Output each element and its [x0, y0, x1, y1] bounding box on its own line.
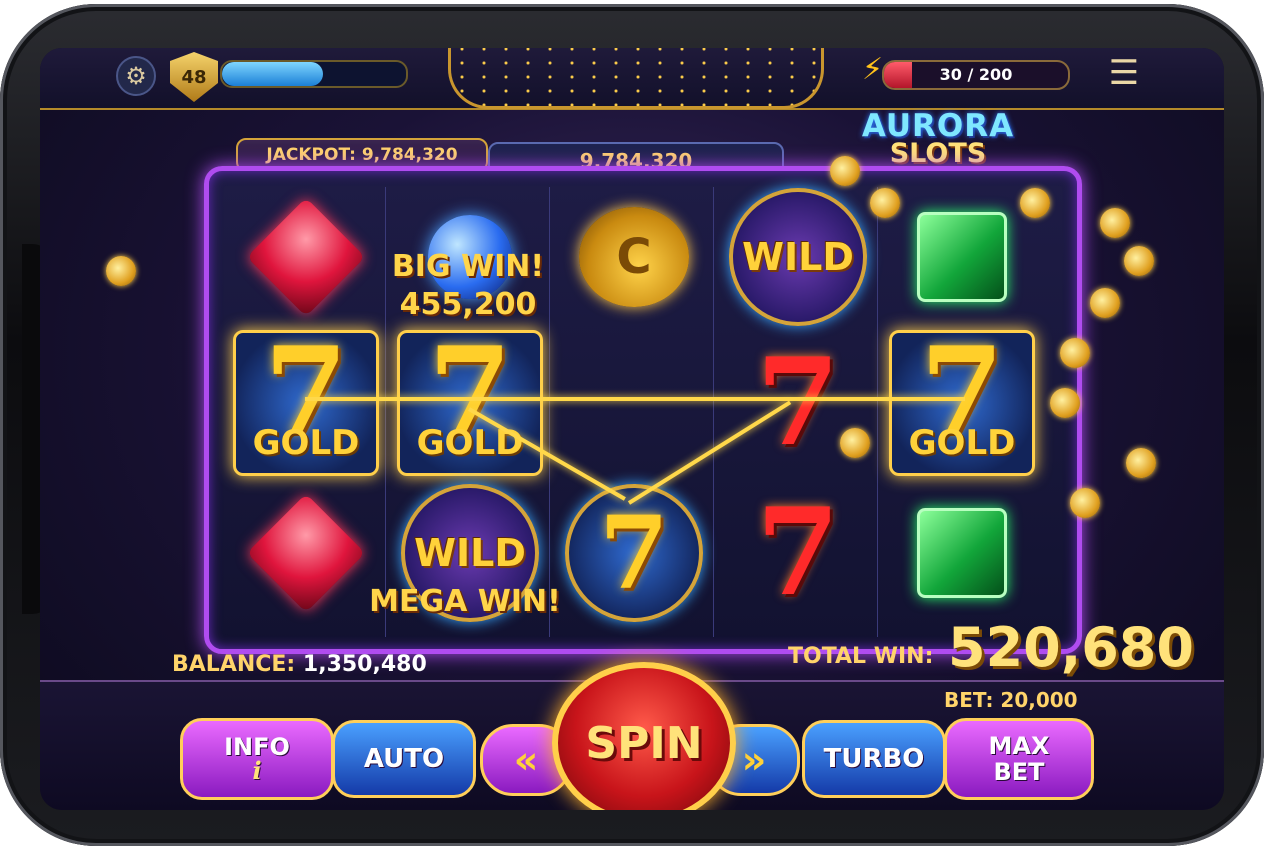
gold-seven-symbol: 7 — [565, 484, 703, 622]
red-ruby-icon — [246, 197, 366, 317]
green-emerald-icon — [917, 508, 1007, 598]
reel-cell: 7 — [561, 483, 707, 623]
reel-cell — [889, 187, 1035, 327]
coin-icon — [1060, 338, 1090, 368]
coin-icon — [840, 428, 870, 458]
level-badge: 48 — [170, 52, 218, 102]
red-seven-symbol: 7 — [756, 332, 840, 473]
seven-glyph: 7 — [599, 494, 669, 612]
hamburger-menu-icon[interactable]: ☰ — [1104, 56, 1144, 92]
coin-icon — [870, 188, 900, 218]
level-number: 48 — [181, 66, 207, 88]
coin-icon — [106, 256, 136, 286]
reel-cell: 7 GOLD — [233, 330, 379, 476]
reel-cell: 7 — [725, 483, 871, 623]
top-crest-ornament — [448, 48, 824, 109]
auto-button[interactable]: AUTO — [332, 720, 476, 798]
coin-icon — [1050, 388, 1080, 418]
max-bet-button[interactable]: MAX BET — [944, 718, 1094, 800]
gold-label: GOLD — [416, 423, 524, 463]
reel-cell — [889, 483, 1035, 623]
gold-label: GOLD — [908, 423, 1016, 463]
big-win-amount: 455,200 — [399, 287, 537, 322]
reel-cell: 7 GOLD — [889, 330, 1035, 476]
coin-icon — [1090, 288, 1120, 318]
coin-icon — [1070, 488, 1100, 518]
coin-icon — [1020, 188, 1050, 218]
red-ruby-icon — [246, 493, 366, 613]
reel-cell — [233, 187, 379, 327]
gold-seven-symbol: 7 GOLD — [233, 330, 379, 476]
mega-win-banner: MEGA WIN! — [369, 584, 561, 619]
reel-cell: 7 GOLD — [397, 330, 543, 476]
coin-icon — [830, 156, 860, 186]
turbo-button[interactable]: TURBO — [802, 720, 946, 798]
lightning-icon: ⚡ — [862, 52, 884, 87]
total-win-value: 520,680 — [948, 616, 1194, 679]
balance-value: 1,350,480 — [302, 652, 427, 677]
top-bar: ⚙ 48 ⚡ 30 / 200 ☰ — [40, 48, 1224, 110]
phone-frame: ⚙ 48 ⚡ 30 / 200 ☰ JACKPOT: 9,784,320 9,7… — [0, 4, 1264, 846]
energy-bar: 30 / 200 — [882, 60, 1070, 90]
energy-text: 30 / 200 — [939, 65, 1013, 84]
green-emerald-icon — [917, 212, 1007, 302]
gear-icon[interactable]: ⚙ — [116, 56, 156, 96]
spin-button[interactable]: SPIN — [552, 662, 736, 810]
red-seven-symbol: 7 — [756, 482, 840, 623]
gold-seven-symbol: 7 GOLD — [397, 330, 543, 476]
reel-frame: 7 GOLD 7 GOLD WILD C 7 WILD 7 7 7 GOLD — [204, 166, 1082, 654]
gold-coins-icon: C — [579, 207, 689, 307]
balance-label: BALANCE: — [172, 652, 296, 677]
reel-5: 7 GOLD — [881, 187, 1041, 637]
reel-1: 7 GOLD — [225, 187, 386, 637]
max-bet-line-2: BET — [993, 758, 1045, 786]
big-win-banner: BIG WIN! 455,200 — [378, 248, 558, 324]
gold-seven-symbol: 7 GOLD — [889, 330, 1035, 476]
balance-display: BALANCE: 1,350,480 — [172, 652, 427, 677]
reel-cell: WILD — [725, 187, 871, 327]
payline — [305, 397, 965, 401]
info-icon: i — [252, 756, 262, 785]
big-win-title: BIG WIN! — [391, 249, 545, 284]
coin-icon — [1100, 208, 1130, 238]
coin-icon — [1126, 448, 1156, 478]
xp-progress-bar — [220, 60, 408, 88]
reel-4: WILD 7 7 — [717, 187, 878, 637]
coin-icon — [1124, 246, 1154, 276]
reel-cell — [233, 483, 379, 623]
game-screen: ⚙ 48 ⚡ 30 / 200 ☰ JACKPOT: 9,784,320 9,7… — [40, 48, 1224, 810]
reel-3: C 7 — [553, 187, 714, 637]
wild-symbol: WILD — [729, 188, 867, 326]
bet-display: BET: 20,000 — [944, 688, 1078, 712]
xp-progress-fill — [222, 62, 324, 86]
gold-label: GOLD — [252, 423, 360, 463]
max-bet-line-1: MAX — [988, 732, 1050, 760]
info-button[interactable]: INFO i — [180, 718, 334, 800]
total-win-label: TOTAL WIN: — [788, 644, 934, 669]
reel-cell: C — [561, 187, 707, 327]
